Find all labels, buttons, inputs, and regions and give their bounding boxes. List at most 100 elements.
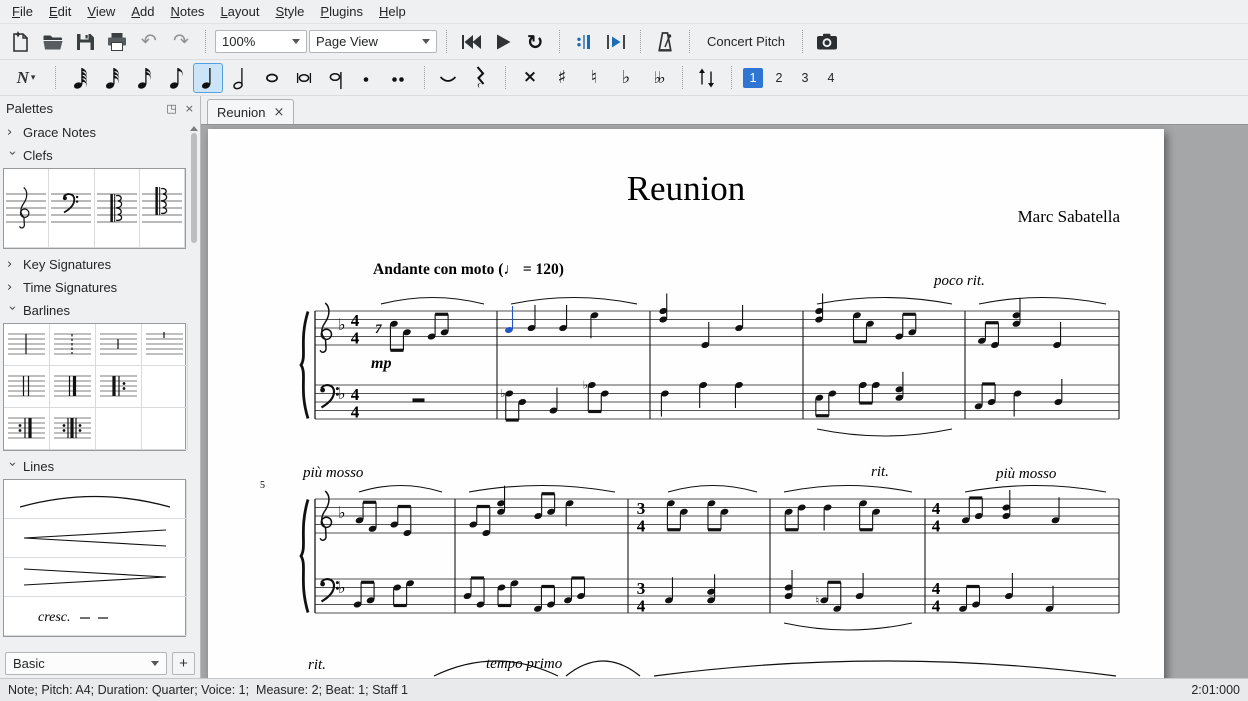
tick-barline-item[interactable] bbox=[142, 324, 187, 365]
zoom-select[interactable]: 100% bbox=[215, 30, 307, 53]
grand-staff-system-1[interactable]: ♭♭44447♭♭ bbox=[208, 279, 1164, 454]
menu-add[interactable]: Add bbox=[123, 1, 162, 22]
slur-cell[interactable] bbox=[4, 480, 187, 519]
rewind-button[interactable] bbox=[456, 27, 486, 57]
crescendo-hairpin-cell[interactable] bbox=[4, 519, 187, 558]
menu-layout[interactable]: Layout bbox=[212, 1, 267, 22]
menu-plugins[interactable]: Plugins bbox=[312, 1, 371, 22]
redo-button[interactable]: ↷ bbox=[166, 27, 196, 57]
palette-item-lines[interactable]: ›Lines bbox=[0, 455, 188, 478]
score-canvas[interactable]: ReunionMarc SabatellaAndante con moto (♩… bbox=[201, 125, 1248, 678]
normal-barline-cell[interactable] bbox=[4, 324, 50, 366]
print-button[interactable] bbox=[102, 27, 132, 57]
pan-score-button[interactable] bbox=[601, 27, 631, 57]
concert-pitch-button[interactable]: Concert Pitch bbox=[699, 30, 793, 53]
menu-style[interactable]: Style bbox=[267, 1, 312, 22]
32nd-note-button[interactable] bbox=[97, 63, 127, 93]
voice-2-button[interactable]: 2 bbox=[769, 68, 789, 88]
tenor-clef-item[interactable] bbox=[140, 169, 184, 247]
new-score-button[interactable] bbox=[6, 27, 36, 57]
treble-clef-cell[interactable] bbox=[4, 169, 49, 248]
tenor-clef-cell[interactable] bbox=[140, 169, 185, 248]
tick-barline-cell[interactable] bbox=[142, 324, 188, 366]
tab-reunion[interactable]: Reunion× bbox=[207, 99, 294, 124]
alto-clef-cell[interactable] bbox=[95, 169, 140, 248]
metronome-button[interactable] bbox=[650, 27, 680, 57]
bass-clef-item[interactable] bbox=[49, 169, 93, 247]
double-sharp-button[interactable]: × bbox=[515, 63, 545, 93]
tab-close-icon[interactable]: × bbox=[273, 105, 284, 120]
short-barline-cell[interactable] bbox=[96, 324, 142, 366]
longa-button[interactable] bbox=[321, 63, 351, 93]
decrescendo-hairpin-cell[interactable] bbox=[4, 558, 187, 597]
voice-4-button[interactable]: 4 bbox=[821, 68, 841, 88]
add-workspace-button[interactable]: + bbox=[172, 652, 195, 675]
start-repeat-barline-cell[interactable] bbox=[96, 366, 142, 408]
image-capture-button[interactable] bbox=[812, 27, 842, 57]
score-page[interactable]: ReunionMarc SabatellaAndante con moto (♩… bbox=[208, 129, 1164, 678]
scrollbar-thumb[interactable] bbox=[191, 133, 197, 243]
64th-note-button[interactable] bbox=[65, 63, 95, 93]
menu-view[interactable]: View bbox=[79, 1, 123, 22]
save-button[interactable] bbox=[70, 27, 100, 57]
quarter-note-button[interactable] bbox=[193, 63, 223, 93]
bass-clef-cell[interactable] bbox=[49, 169, 94, 248]
start-repeat-barline-item[interactable] bbox=[96, 366, 141, 407]
16th-note-button[interactable] bbox=[129, 63, 159, 93]
menu-file[interactable]: File bbox=[4, 1, 41, 22]
play-repeats-button[interactable] bbox=[569, 27, 599, 57]
view-mode-select[interactable]: Page View bbox=[309, 30, 437, 53]
natural-button[interactable]: ♮ bbox=[579, 63, 609, 93]
whole-note-button[interactable] bbox=[257, 63, 287, 93]
crescendo-hairpin-item[interactable] bbox=[4, 519, 186, 557]
treble-clef-item[interactable] bbox=[4, 169, 48, 247]
short-barline-item[interactable] bbox=[96, 324, 141, 365]
palette-scrollbar[interactable] bbox=[189, 123, 199, 646]
double-flat-button[interactable]: ♭♭ bbox=[643, 63, 673, 93]
final-barline-cell[interactable] bbox=[50, 366, 96, 408]
end-repeat-barline-cell[interactable] bbox=[4, 408, 50, 450]
final-barline-item[interactable] bbox=[50, 366, 95, 407]
cresc-line-item[interactable]: cresc. bbox=[4, 597, 186, 635]
palette-item-time-signatures[interactable]: ›Time Signatures bbox=[0, 276, 188, 299]
close-panel-button[interactable]: × bbox=[185, 102, 194, 115]
dashed-barline-item[interactable] bbox=[50, 324, 95, 365]
slur-item[interactable] bbox=[4, 480, 186, 518]
eighth-note-button[interactable] bbox=[161, 63, 191, 93]
breve-button[interactable] bbox=[289, 63, 319, 93]
sharp-button[interactable]: ♯ bbox=[547, 63, 577, 93]
menu-help[interactable]: Help bbox=[371, 1, 414, 22]
menu-edit[interactable]: Edit bbox=[41, 1, 79, 22]
half-note-button[interactable] bbox=[225, 63, 255, 93]
scroll-up-arrow-icon[interactable] bbox=[190, 126, 198, 131]
voice-3-button[interactable]: 3 bbox=[795, 68, 815, 88]
double-barline-item[interactable] bbox=[4, 366, 49, 407]
flat-button[interactable]: ♭ bbox=[611, 63, 641, 93]
double-dot-button[interactable] bbox=[385, 63, 415, 93]
open-button[interactable] bbox=[38, 27, 68, 57]
end-repeat-barline-item[interactable] bbox=[4, 408, 49, 449]
dashed-barline-cell[interactable] bbox=[50, 324, 96, 366]
decrescendo-hairpin-item[interactable] bbox=[4, 558, 186, 596]
alto-clef-item[interactable] bbox=[95, 169, 139, 247]
rest-button[interactable] bbox=[466, 63, 496, 93]
workspace-select[interactable]: Basic bbox=[5, 652, 167, 675]
normal-barline-item[interactable] bbox=[4, 324, 49, 365]
loop-playback-button[interactable]: ↻ bbox=[520, 27, 550, 57]
palette-item-grace-notes[interactable]: ›Grace Notes bbox=[0, 121, 188, 144]
palette-item-clefs[interactable]: ›Clefs bbox=[0, 144, 188, 167]
double-barline-cell[interactable] bbox=[4, 366, 50, 408]
menu-notes[interactable]: Notes bbox=[162, 1, 212, 22]
augmentation-dot-button[interactable] bbox=[353, 63, 383, 93]
end-start-repeat-barline-item[interactable] bbox=[50, 408, 95, 449]
flip-direction-button[interactable] bbox=[692, 63, 722, 93]
note-input-button[interactable]: N▾ bbox=[6, 63, 46, 93]
voice-1-button[interactable]: 1 bbox=[743, 68, 763, 88]
float-panel-button[interactable]: ◳ bbox=[166, 102, 176, 115]
play-button[interactable] bbox=[488, 27, 518, 57]
palette-item-key-signatures[interactable]: ›Key Signatures bbox=[0, 253, 188, 276]
tie-button[interactable] bbox=[434, 63, 464, 93]
cresc-line-cell[interactable]: cresc. bbox=[4, 597, 187, 636]
palette-item-barlines[interactable]: ›Barlines bbox=[0, 299, 188, 322]
end-start-repeat-barline-cell[interactable] bbox=[50, 408, 96, 450]
